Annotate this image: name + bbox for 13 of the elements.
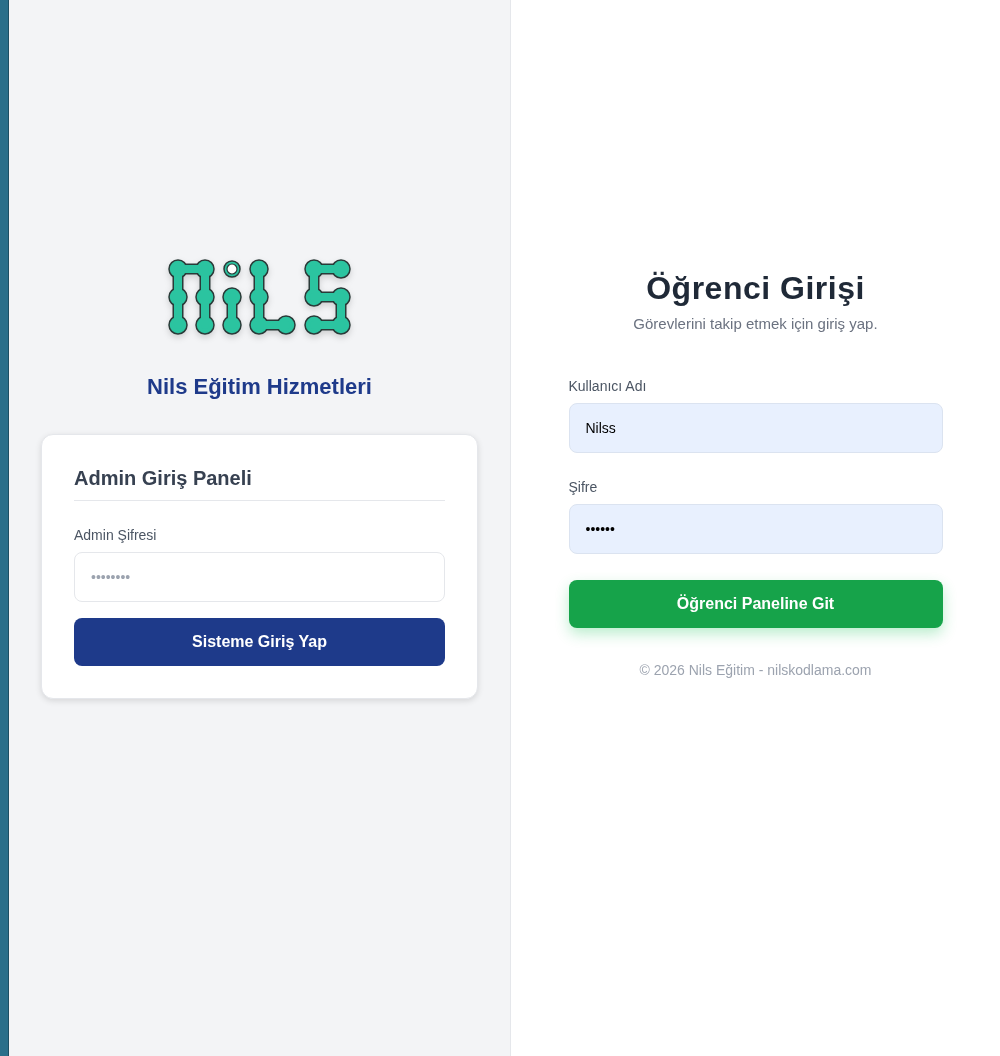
password-field[interactable]: ••••••••: [74, 552, 445, 602]
field-label: Kullanıcı Adı: [568, 378, 648, 394]
brand-title: Nils Eğitim Hizmetleri: [147, 374, 372, 400]
footer-text: © 2026 Nils Eğitim - nilskodlama.com: [639, 662, 872, 678]
input-field[interactable]: Nilss: [568, 403, 943, 453]
field-label: Admin Şifresi: [74, 527, 158, 543]
field-label: Şifre: [568, 479, 599, 495]
logo-icon: [166, 258, 353, 338]
login-button[interactable]: Sisteme Giriş Yap: [74, 618, 445, 666]
subtitle: Görevlerini takip etmek için giriş yap.: [633, 315, 878, 332]
page-title: Öğrenci Girişi: [646, 270, 865, 307]
input-field[interactable]: ••••••: [568, 504, 943, 554]
card-title: Admin Giriş Paneli: [74, 467, 445, 501]
